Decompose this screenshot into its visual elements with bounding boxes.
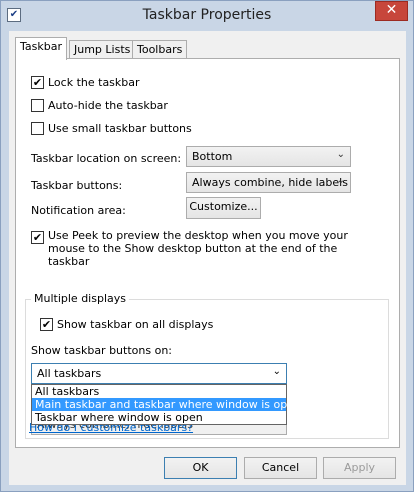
- ok-button[interactable]: OK: [164, 457, 237, 479]
- empty-checkbox-icon: [31, 122, 44, 135]
- cancel-button[interactable]: Cancel: [244, 457, 317, 479]
- location-select[interactable]: Bottom ⌄: [186, 146, 351, 167]
- checkmark-icon: ✔: [31, 76, 44, 89]
- dialog-client: Taskbar Jump Lists Toolbars ✔ Lock the t…: [9, 31, 406, 485]
- chevron-down-icon: ⌄: [336, 149, 345, 160]
- autohide-label: Auto-hide the taskbar: [48, 99, 168, 112]
- apply-button[interactable]: Apply: [323, 457, 396, 479]
- title-bar[interactable]: ✔ Taskbar Properties ✕: [1, 1, 413, 35]
- peek-label: Use Peek to preview the desktop when you…: [48, 229, 348, 268]
- buttons-select[interactable]: Always combine, hide labels ⌄: [186, 172, 351, 193]
- location-value: Bottom: [192, 150, 233, 163]
- small-buttons-label: Use small taskbar buttons: [48, 122, 192, 135]
- empty-checkbox-icon: [31, 99, 44, 112]
- autohide-checkbox[interactable]: Auto-hide the taskbar: [31, 99, 168, 112]
- buttons-label: Taskbar buttons:: [31, 179, 123, 192]
- taskbar-panel: ✔ Lock the taskbar Auto-hide the taskbar…: [15, 58, 400, 448]
- lock-taskbar-checkbox[interactable]: ✔ Lock the taskbar: [31, 76, 140, 89]
- checkmark-icon: ✔: [31, 231, 44, 244]
- dropdown-option-where-open[interactable]: Taskbar where window is open: [32, 411, 286, 424]
- buttons-value: Always combine, hide labels: [192, 176, 348, 189]
- location-label: Taskbar location on screen:: [31, 152, 182, 165]
- tab-toolbars[interactable]: Toolbars: [132, 40, 188, 60]
- notification-label: Notification area:: [31, 204, 126, 217]
- buttons-on-dropdown: All taskbars Main taskbar and taskbar wh…: [31, 384, 301, 425]
- checkmark-icon: ✔: [40, 318, 53, 331]
- show-all-displays-checkbox[interactable]: ✔ Show taskbar on all displays: [40, 318, 213, 331]
- buttons-on-value: All taskbars: [37, 367, 102, 380]
- dropdown-option-main-and-open[interactable]: Main taskbar and taskbar where window is…: [32, 398, 301, 411]
- chevron-down-icon: ⌄: [272, 366, 281, 377]
- chevron-down-icon: ⌄: [336, 175, 345, 186]
- buttons-on-label: Show taskbar buttons on:: [31, 344, 172, 357]
- close-button[interactable]: ✕: [375, 1, 408, 21]
- small-buttons-checkbox[interactable]: Use small taskbar buttons: [31, 122, 192, 135]
- peek-checkbox[interactable]: ✔ Use Peek to preview the desktop when y…: [31, 229, 381, 268]
- properties-window: ✔ Taskbar Properties ✕ Taskbar Jump List…: [0, 0, 414, 492]
- window-title: Taskbar Properties: [142, 7, 272, 23]
- buttons-on-select[interactable]: All taskbars ⌄: [31, 363, 287, 384]
- dropdown-option-all-taskbars[interactable]: All taskbars: [32, 385, 286, 398]
- tab-taskbar[interactable]: Taskbar: [15, 37, 67, 60]
- customize-button[interactable]: Customize...: [186, 197, 261, 219]
- multiple-displays-group: Multiple displays ✔ Show taskbar on all …: [25, 292, 389, 439]
- tab-jump-lists[interactable]: Jump Lists: [69, 40, 136, 60]
- multiple-displays-title: Multiple displays: [31, 292, 129, 305]
- lock-taskbar-label: Lock the taskbar: [48, 76, 140, 89]
- show-all-displays-label: Show taskbar on all displays: [57, 318, 214, 331]
